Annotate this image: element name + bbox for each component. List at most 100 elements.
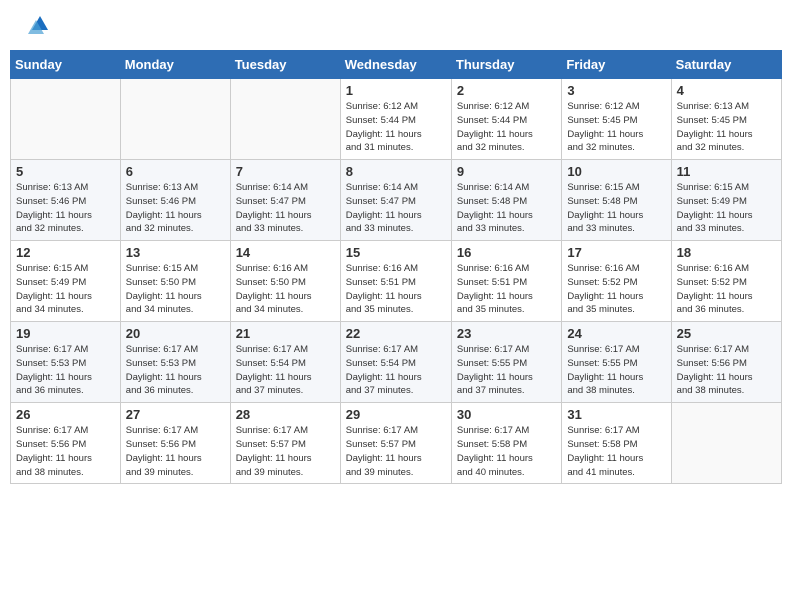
day-info: Sunrise: 6:16 AM Sunset: 5:51 PM Dayligh… [346,262,446,317]
day-info: Sunrise: 6:13 AM Sunset: 5:46 PM Dayligh… [16,181,115,236]
calendar-cell: 21 Sunrise: 6:17 AM Sunset: 5:54 PM Dayli… [230,322,340,403]
day-info: Sunrise: 6:14 AM Sunset: 5:48 PM Dayligh… [457,181,556,236]
calendar-cell: 30 Sunrise: 6:17 AM Sunset: 5:58 PM Dayli… [451,403,561,484]
day-number: 14 [236,245,335,260]
day-info: Sunrise: 6:17 AM Sunset: 5:54 PM Dayligh… [236,343,335,398]
calendar-week-4: 19Sunrise: 6:17 AM Sunset: 5:53 PM Dayli… [11,322,782,403]
calendar-cell: 23 Sunrise: 6:17 AM Sunset: 5:55 PM Dayli… [451,322,561,403]
day-number: 12 [16,245,115,260]
day-number: 15 [346,245,446,260]
day-info: Sunrise: 6:16 AM Sunset: 5:51 PM Dayligh… [457,262,556,317]
day-number: 16 [457,245,556,260]
calendar-cell: 25 Sunrise: 6:17 AM Sunset: 5:56 PM Dayli… [671,322,781,403]
calendar-cell: 24Sunrise: 6:17 AM Sunset: 5:55 PM Dayli… [562,322,671,403]
calendar-table: SundayMondayTuesdayWednesdayThursdayFrid… [10,50,782,484]
calendar-cell [230,79,340,160]
calendar-cell: 15 Sunrise: 6:16 AM Sunset: 5:51 PM Dayli… [340,241,451,322]
day-number: 28 [236,407,335,422]
calendar-cell: 27Sunrise: 6:17 AM Sunset: 5:56 PM Dayli… [120,403,230,484]
day-info: Sunrise: 6:12 AM Sunset: 5:44 PM Dayligh… [346,100,446,155]
calendar-cell: 19Sunrise: 6:17 AM Sunset: 5:53 PM Dayli… [11,322,121,403]
day-number: 3 [567,83,665,98]
day-number: 1 [346,83,446,98]
weekday-header-sunday: Sunday [11,51,121,79]
day-info: Sunrise: 6:13 AM Sunset: 5:46 PM Dayligh… [126,181,225,236]
day-info: Sunrise: 6:16 AM Sunset: 5:52 PM Dayligh… [567,262,665,317]
logo [20,12,54,42]
day-number: 8 [346,164,446,179]
day-info: Sunrise: 6:17 AM Sunset: 5:58 PM Dayligh… [457,424,556,479]
day-number: 6 [126,164,225,179]
calendar-cell [120,79,230,160]
calendar-week-1: 1 Sunrise: 6:12 AM Sunset: 5:44 PM Daylig… [11,79,782,160]
day-info: Sunrise: 6:12 AM Sunset: 5:45 PM Dayligh… [567,100,665,155]
day-number: 23 [457,326,556,341]
day-info: Sunrise: 6:16 AM Sunset: 5:50 PM Dayligh… [236,262,335,317]
calendar-week-5: 26Sunrise: 6:17 AM Sunset: 5:56 PM Dayli… [11,403,782,484]
calendar-header: SundayMondayTuesdayWednesdayThursdayFrid… [11,51,782,79]
day-info: Sunrise: 6:15 AM Sunset: 5:50 PM Dayligh… [126,262,225,317]
calendar-cell: 7 Sunrise: 6:14 AM Sunset: 5:47 PM Daylig… [230,160,340,241]
day-number: 22 [346,326,446,341]
weekday-header-saturday: Saturday [671,51,781,79]
day-info: Sunrise: 6:17 AM Sunset: 5:53 PM Dayligh… [16,343,115,398]
day-number: 30 [457,407,556,422]
day-number: 4 [677,83,776,98]
calendar-cell [671,403,781,484]
day-number: 31 [567,407,665,422]
calendar-cell: 18Sunrise: 6:16 AM Sunset: 5:52 PM Dayli… [671,241,781,322]
calendar-cell: 16 Sunrise: 6:16 AM Sunset: 5:51 PM Dayli… [451,241,561,322]
calendar-cell [11,79,121,160]
calendar-cell: 9 Sunrise: 6:14 AM Sunset: 5:48 PM Daylig… [451,160,561,241]
day-info: Sunrise: 6:17 AM Sunset: 5:55 PM Dayligh… [457,343,556,398]
page-header [0,0,792,50]
weekday-row: SundayMondayTuesdayWednesdayThursdayFrid… [11,51,782,79]
calendar-cell: 29 Sunrise: 6:17 AM Sunset: 5:57 PM Dayli… [340,403,451,484]
day-info: Sunrise: 6:15 AM Sunset: 5:49 PM Dayligh… [677,181,776,236]
calendar-week-2: 5Sunrise: 6:13 AM Sunset: 5:46 PM Daylig… [11,160,782,241]
day-number: 11 [677,164,776,179]
calendar-cell: 8 Sunrise: 6:14 AM Sunset: 5:47 PM Daylig… [340,160,451,241]
day-info: Sunrise: 6:12 AM Sunset: 5:44 PM Dayligh… [457,100,556,155]
day-number: 26 [16,407,115,422]
day-info: Sunrise: 6:16 AM Sunset: 5:52 PM Dayligh… [677,262,776,317]
calendar-cell: 4 Sunrise: 6:13 AM Sunset: 5:45 PM Daylig… [671,79,781,160]
day-info: Sunrise: 6:15 AM Sunset: 5:48 PM Dayligh… [567,181,665,236]
weekday-header-friday: Friday [562,51,671,79]
day-info: Sunrise: 6:17 AM Sunset: 5:58 PM Dayligh… [567,424,665,479]
calendar-week-3: 12 Sunrise: 6:15 AM Sunset: 5:49 PM Dayli… [11,241,782,322]
calendar-cell: 17 Sunrise: 6:16 AM Sunset: 5:52 PM Dayli… [562,241,671,322]
day-number: 24 [567,326,665,341]
logo-icon [20,12,50,42]
day-number: 21 [236,326,335,341]
calendar-cell: 20 Sunrise: 6:17 AM Sunset: 5:53 PM Dayli… [120,322,230,403]
day-number: 13 [126,245,225,260]
day-number: 10 [567,164,665,179]
calendar-cell: 2 Sunrise: 6:12 AM Sunset: 5:44 PM Daylig… [451,79,561,160]
day-info: Sunrise: 6:13 AM Sunset: 5:45 PM Dayligh… [677,100,776,155]
day-info: Sunrise: 6:17 AM Sunset: 5:57 PM Dayligh… [346,424,446,479]
day-number: 2 [457,83,556,98]
weekday-header-tuesday: Tuesday [230,51,340,79]
calendar-cell: 14 Sunrise: 6:16 AM Sunset: 5:50 PM Dayli… [230,241,340,322]
day-info: Sunrise: 6:17 AM Sunset: 5:56 PM Dayligh… [677,343,776,398]
calendar-container: SundayMondayTuesdayWednesdayThursdayFrid… [0,50,792,494]
day-info: Sunrise: 6:17 AM Sunset: 5:53 PM Dayligh… [126,343,225,398]
day-number: 29 [346,407,446,422]
day-info: Sunrise: 6:15 AM Sunset: 5:49 PM Dayligh… [16,262,115,317]
day-number: 7 [236,164,335,179]
calendar-cell: 31 Sunrise: 6:17 AM Sunset: 5:58 PM Dayli… [562,403,671,484]
calendar-cell: 12 Sunrise: 6:15 AM Sunset: 5:49 PM Dayli… [11,241,121,322]
calendar-cell: 1 Sunrise: 6:12 AM Sunset: 5:44 PM Daylig… [340,79,451,160]
day-number: 27 [126,407,225,422]
weekday-header-wednesday: Wednesday [340,51,451,79]
day-number: 20 [126,326,225,341]
calendar-cell: 22Sunrise: 6:17 AM Sunset: 5:54 PM Dayli… [340,322,451,403]
calendar-cell: 3 Sunrise: 6:12 AM Sunset: 5:45 PM Daylig… [562,79,671,160]
day-number: 9 [457,164,556,179]
day-number: 17 [567,245,665,260]
calendar-cell: 6 Sunrise: 6:13 AM Sunset: 5:46 PM Daylig… [120,160,230,241]
day-info: Sunrise: 6:14 AM Sunset: 5:47 PM Dayligh… [236,181,335,236]
day-info: Sunrise: 6:14 AM Sunset: 5:47 PM Dayligh… [346,181,446,236]
day-number: 25 [677,326,776,341]
